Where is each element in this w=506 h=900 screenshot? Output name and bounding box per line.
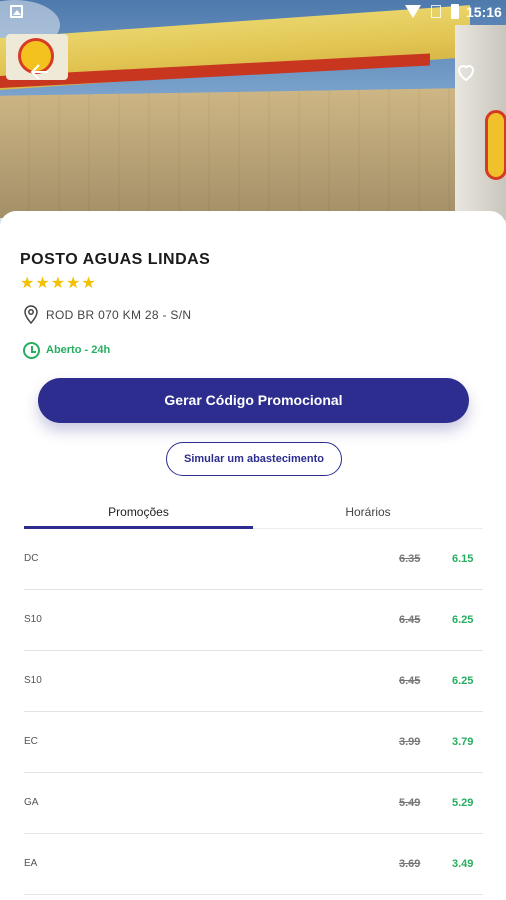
battery-icon [451,4,459,19]
promo-price: 6.25 [452,675,474,687]
price-list: DC 6.35 6.15 S10 6.45 6.25 S10 6.45 6.25… [0,529,506,895]
list-item: DC 6.35 6.15 [24,529,483,590]
fuel-name: S10 [24,675,42,686]
station-address: ROD BR 070 KM 28 - S/N [46,308,192,322]
back-button[interactable] [26,60,54,88]
fuel-name: DC [24,553,39,564]
wifi-icon [405,5,421,18]
promo-price: 3.49 [452,858,474,870]
old-price: 3.69 [399,858,421,870]
map-pin-icon [24,305,38,325]
old-price: 6.35 [399,553,421,565]
station-photo [0,0,506,230]
image-notification-icon [10,5,23,18]
status-bar: 15:16 [0,0,506,24]
old-price: 6.45 [399,614,421,626]
opening-hours: Aberto - 24h [46,344,111,356]
promo-price: 5.29 [452,797,474,809]
fuel-name: EC [24,736,38,747]
list-item: EA 3.69 3.49 [24,834,483,895]
tab-promocoes[interactable]: Promoções [24,501,253,529]
arrow-left-icon [30,64,48,80]
generate-promo-code-button[interactable]: Gerar Código Promocional [38,378,469,423]
fuel-name: GA [24,797,39,808]
station-details-sheet: POSTO AGUAS LINDAS ★★★★★ ROD BR 070 KM 2… [0,211,506,900]
list-item: GA 5.49 5.29 [24,773,483,834]
tab-bar: Promoções Horários [24,501,483,529]
fuel-name: EA [24,858,38,869]
heart-outline-icon [457,65,475,82]
old-price: 3.99 [399,736,421,748]
rating-stars: ★★★★★ [20,275,97,292]
list-item: S10 6.45 6.25 [24,590,483,651]
clock-icon [23,342,40,359]
list-item: EC 3.99 3.79 [24,712,483,773]
fuel-name: S10 [24,614,42,625]
old-price: 6.45 [399,675,421,687]
list-item: S10 6.45 6.25 [24,651,483,712]
station-name: POSTO AGUAS LINDAS [20,251,211,268]
promo-price: 3.79 [452,736,474,748]
promo-price: 6.25 [452,614,474,626]
old-price: 5.49 [399,797,421,809]
status-time: 15:16 [466,4,502,20]
simulate-refuel-button[interactable]: Simular um abastecimento [166,442,342,476]
favorite-button[interactable] [452,60,480,88]
sim-icon [431,5,441,18]
promo-price: 6.15 [452,553,474,565]
tab-horarios[interactable]: Horários [253,501,483,529]
